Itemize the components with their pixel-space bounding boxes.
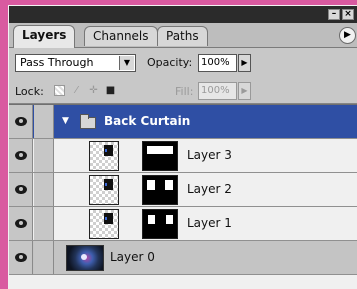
layer-thumbnail [66, 245, 104, 271]
eye-icon [15, 151, 27, 160]
visibility-toggle[interactable] [9, 173, 33, 206]
lock-brush-icon[interactable]: ⁄ [71, 85, 82, 96]
link-cell[interactable] [34, 241, 54, 274]
collapse-arrow-icon[interactable]: ▼ [62, 116, 69, 126]
layers-list: ▼ Back Curtain Layer 3 Layer 2 Layer 1 L… [9, 104, 357, 289]
layer-mask-thumbnail[interactable] [142, 175, 178, 205]
layer-name: Layer 3 [187, 148, 232, 162]
visibility-toggle[interactable] [9, 139, 33, 172]
layer-name: Layer 0 [110, 250, 155, 264]
link-cell[interactable] [34, 207, 54, 240]
tab-bar: Layers Channels Paths ▶ [9, 23, 357, 48]
lock-fill-row: Lock: ⁄ ✛ ■ Fill: 100% ▶ [9, 79, 357, 104]
link-cell[interactable] [34, 139, 54, 172]
lock-move-icon[interactable]: ✛ [88, 85, 99, 96]
eye-icon [15, 117, 27, 126]
eye-icon [15, 219, 27, 228]
blend-mode-value: Pass Through [20, 56, 94, 69]
layer-row[interactable]: Layer 0 [9, 241, 357, 275]
fill-label: Fill: [175, 85, 194, 98]
layer-thumbnail [89, 209, 119, 239]
fill-input[interactable]: 100% [198, 82, 237, 100]
link-cell[interactable] [34, 173, 54, 206]
blend-opacity-row: Pass Through ▼ Opacity: 100% ▶ [9, 51, 357, 75]
tab-channels[interactable]: Channels [84, 26, 158, 46]
opacity-input[interactable]: 100% [198, 54, 237, 72]
layer-name: Layer 1 [187, 216, 232, 230]
layer-mask-thumbnail[interactable] [142, 141, 178, 171]
layer-row[interactable]: Layer 3 [9, 139, 357, 173]
fill-slider-button[interactable]: ▶ [238, 82, 251, 100]
link-cell[interactable] [34, 105, 54, 138]
blend-mode-select[interactable]: Pass Through ▼ [15, 54, 136, 72]
layer-row[interactable]: Layer 2 [9, 173, 357, 207]
layer-mask-thumbnail[interactable] [142, 209, 178, 239]
opacity-slider-button[interactable]: ▶ [238, 54, 251, 72]
layer-row[interactable]: Layer 1 [9, 207, 357, 241]
layer-group-row[interactable]: ▼ Back Curtain [9, 105, 357, 139]
lock-label: Lock: [15, 85, 44, 98]
lock-transparent-icon[interactable] [54, 85, 65, 96]
tab-paths[interactable]: Paths [157, 26, 208, 46]
chevron-down-icon: ▼ [119, 56, 134, 70]
layer-thumbnail [89, 141, 119, 171]
layers-palette: – × Layers Channels Paths ▶ Pass Through… [8, 5, 357, 289]
opacity-label: Opacity: [147, 56, 193, 69]
layer-thumbnail [89, 175, 119, 205]
tab-layers[interactable]: Layers [13, 25, 76, 48]
minimize-button[interactable]: – [328, 9, 340, 20]
visibility-toggle[interactable] [9, 241, 33, 274]
folder-icon [80, 114, 96, 129]
visibility-toggle[interactable] [9, 105, 33, 138]
eye-icon [15, 185, 27, 194]
palette-menu-button[interactable]: ▶ [339, 27, 356, 44]
eye-icon [15, 253, 27, 262]
palette-titlebar[interactable]: – × [9, 6, 357, 23]
layer-name: Back Curtain [104, 114, 191, 128]
visibility-toggle[interactable] [9, 207, 33, 240]
lock-all-icon[interactable]: ■ [105, 85, 116, 96]
close-button[interactable]: × [342, 9, 354, 20]
layer-name: Layer 2 [187, 182, 232, 196]
